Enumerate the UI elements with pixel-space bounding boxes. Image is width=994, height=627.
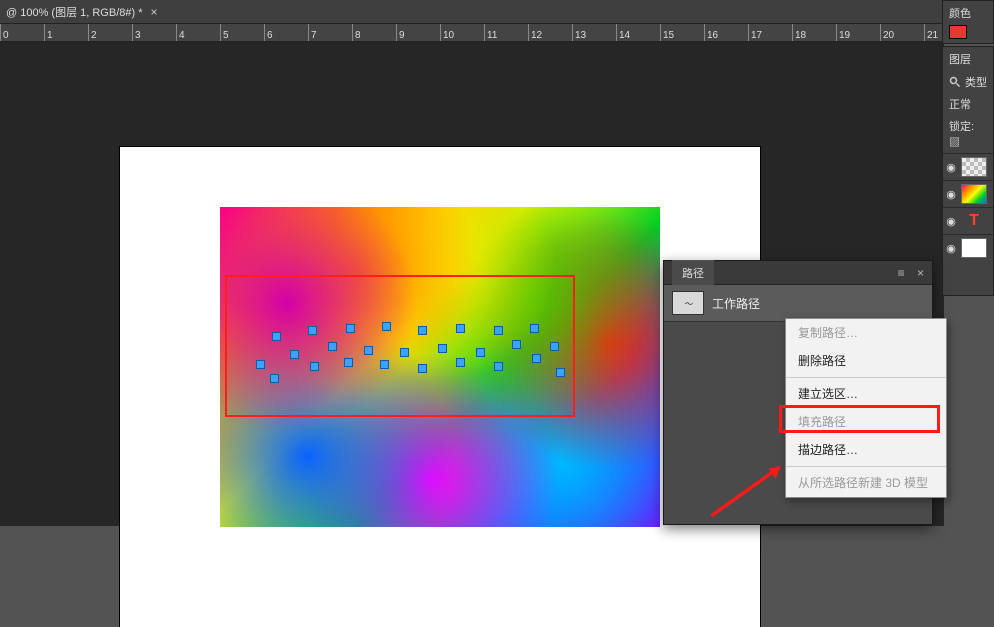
search-icon [949, 76, 961, 88]
path-name: 工作路径 [712, 295, 760, 312]
layer-thumbnail[interactable] [961, 157, 987, 177]
ruler-tick: 2 [88, 24, 97, 42]
layer-row[interactable]: ◉ [943, 180, 993, 207]
document-tab-bar: @ 100% (图层 1, RGB/8#) * × [0, 0, 994, 24]
eye-icon[interactable]: ◉ [945, 242, 957, 255]
ruler-tick: 19 [836, 24, 850, 42]
ruler-tick: 8 [352, 24, 361, 42]
menu-fill-path: 填充路径 [786, 408, 946, 436]
menu-separator [786, 466, 946, 467]
ruler-tick: 10 [440, 24, 454, 42]
ruler-tick: 5 [220, 24, 229, 42]
blend-mode-select[interactable]: 正常 [943, 93, 993, 115]
menu-stroke-path[interactable]: 描边路径… [786, 436, 946, 464]
ruler-tick: 14 [616, 24, 630, 42]
color-panel[interactable]: 颜色 [942, 0, 994, 44]
close-icon[interactable]: × [151, 5, 158, 19]
path-item-work-path[interactable]: ～ 工作路径 [664, 285, 932, 322]
eye-icon[interactable]: ◉ [945, 215, 957, 228]
layer-thumbnail[interactable] [961, 184, 987, 204]
ruler-tick: 0 [0, 24, 9, 42]
layer-filter-row[interactable]: 类型 [943, 71, 993, 93]
menu-make-selection[interactable]: 建立选区… [786, 380, 946, 408]
ruler-tick: 7 [308, 24, 317, 42]
lock-row: 锁定: ▨ [943, 115, 993, 153]
layers-panel[interactable]: 图层 类型 正常 锁定: ▨ ◉ ◉ ◉ T ◉ [942, 46, 994, 296]
layer-row[interactable]: ◉ [943, 153, 993, 180]
panel-menu-icon[interactable]: ≡ [898, 266, 906, 280]
layers-panel-title: 图层 [943, 47, 993, 71]
layer-thumbnail[interactable]: T [961, 211, 987, 231]
ruler-tick: 21 [924, 24, 938, 42]
path-context-menu: 复制路径… 删除路径 建立选区… 填充路径 描边路径… 从所选路径新建 3D 模… [785, 318, 947, 498]
close-icon[interactable]: × [917, 266, 924, 280]
current-color-swatch[interactable] [949, 25, 967, 39]
tab-paths[interactable]: 路径 [672, 260, 714, 285]
menu-delete-path[interactable]: 删除路径 [786, 347, 946, 375]
paths-panel-header: 路径 ≡ × [664, 261, 932, 285]
eye-icon[interactable]: ◉ [945, 188, 957, 201]
path-thumbnail: ～ [672, 291, 704, 315]
ruler-tick: 1 [44, 24, 53, 42]
layer-row[interactable]: ◉ T [943, 207, 993, 234]
ruler-tick: 13 [572, 24, 586, 42]
lock-icon[interactable]: ▨ [949, 137, 960, 149]
menu-duplicate-path: 复制路径… [786, 319, 946, 347]
ruler-tick: 3 [132, 24, 141, 42]
menu-separator [786, 377, 946, 378]
ruler-tick: 15 [660, 24, 674, 42]
right-panels: 颜色 图层 类型 正常 锁定: ▨ ◉ ◉ ◉ T ◉ [942, 0, 994, 526]
layer-row[interactable]: ◉ [943, 234, 993, 261]
ruler-tick: 6 [264, 24, 273, 42]
ruler-tick: 12 [528, 24, 542, 42]
ruler-tick: 9 [396, 24, 405, 42]
ruler-tick: 17 [748, 24, 762, 42]
ruler-tick: 4 [176, 24, 185, 42]
menu-new-3d: 从所选路径新建 3D 模型 [786, 469, 946, 497]
ruler-tick: 18 [792, 24, 806, 42]
ruler-tick: 11 [484, 24, 497, 42]
color-panel-title: 颜色 [949, 5, 987, 21]
horizontal-ruler: 0 1 2 3 4 5 6 7 8 9 10 11 12 13 14 15 16… [0, 24, 994, 42]
ruler-tick: 16 [704, 24, 718, 42]
lock-label: 锁定: [949, 121, 974, 133]
document-tab[interactable]: @ 100% (图层 1, RGB/8#) * [6, 4, 143, 20]
ruler-tick: 20 [880, 24, 894, 42]
layer-thumbnail[interactable] [961, 238, 987, 258]
path-anchors[interactable] [250, 302, 580, 398]
layer-filter-label: 类型 [965, 74, 987, 90]
eye-icon[interactable]: ◉ [945, 161, 957, 174]
